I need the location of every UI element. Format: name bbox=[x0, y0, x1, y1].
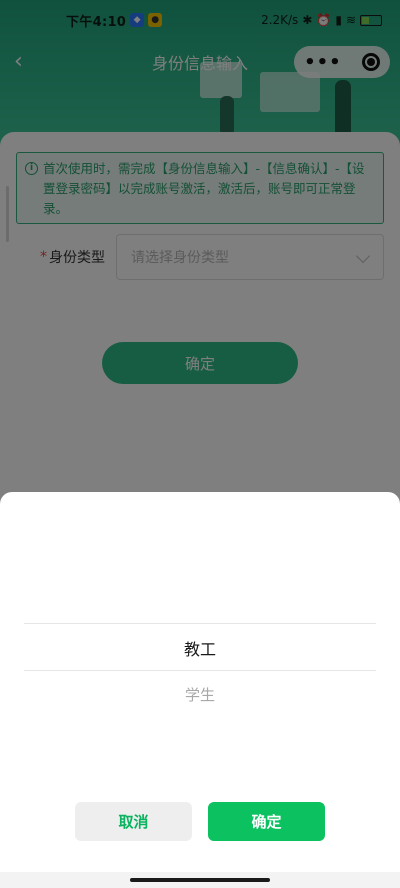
home-indicator[interactable] bbox=[130, 878, 270, 882]
picker-sheet: 教工 学生 bbox=[0, 492, 400, 872]
picker-option-teacher[interactable]: 教工 bbox=[0, 636, 400, 660]
cancel-button[interactable]: 取消 bbox=[75, 802, 192, 841]
picker-selection-top-line bbox=[24, 623, 376, 624]
confirm-button[interactable]: 确定 bbox=[208, 802, 325, 841]
picker-option-student[interactable]: 学生 bbox=[0, 684, 400, 705]
picker-selection-bottom-line bbox=[24, 670, 376, 671]
